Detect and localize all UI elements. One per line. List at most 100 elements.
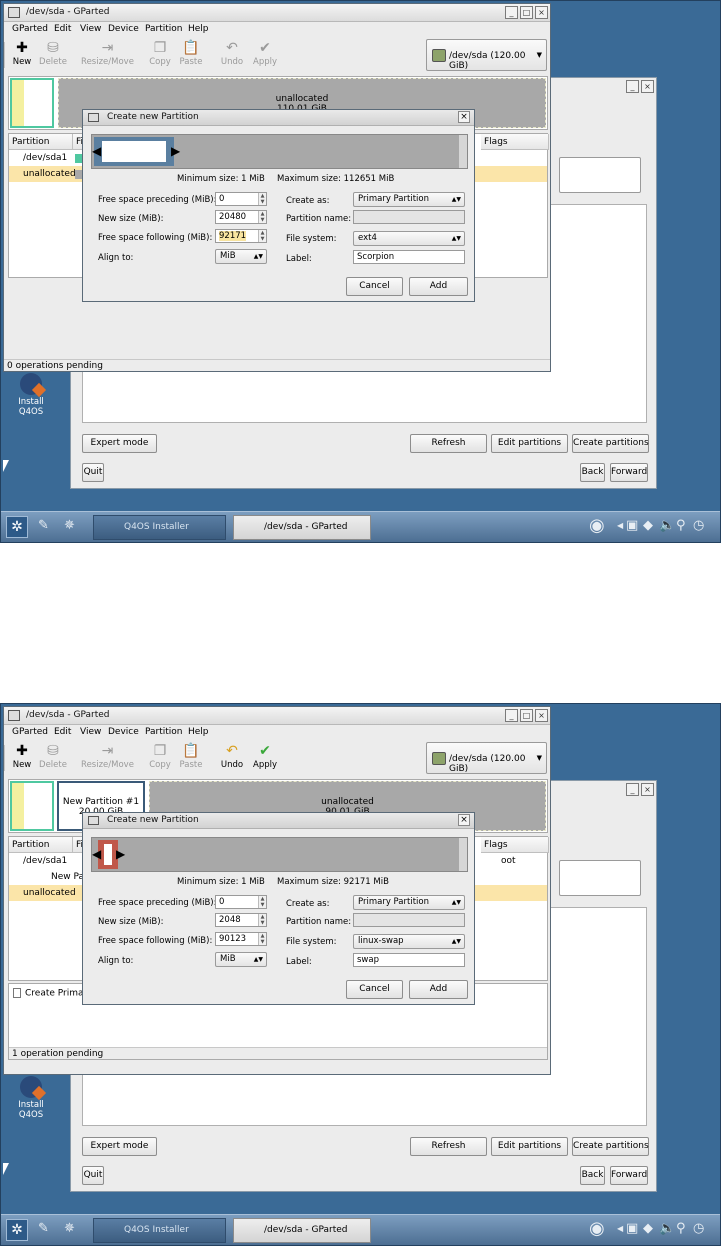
maximize-icon[interactable]: □ — [520, 709, 533, 722]
volume-icon[interactable]: 🔈 — [659, 1221, 675, 1236]
new-button[interactable]: ✚ New — [10, 742, 34, 770]
resize-move-button[interactable]: ⇥ Resize/Move — [80, 39, 135, 67]
label-input[interactable]: Scorpion — [353, 250, 465, 264]
expert-mode-button[interactable]: Expert mode — [82, 1137, 157, 1156]
network-icon[interactable]: ◆ — [643, 1221, 653, 1236]
dialog-titlebar[interactable]: Create new Partition × — [83, 110, 474, 126]
resize-move-button[interactable]: ⇥ Resize/Move — [80, 742, 135, 770]
create-as-select[interactable]: Primary Partition ▲▼ — [353, 192, 465, 207]
menu-gparted[interactable]: GParted — [12, 727, 48, 737]
paste-button[interactable]: 📋 Paste — [178, 39, 204, 67]
apply-button[interactable]: ✔ Apply — [252, 742, 278, 770]
device-selector[interactable]: /dev/sda (120.00 GiB) ▼ — [426, 39, 547, 71]
col-partition[interactable]: Partition — [9, 837, 73, 853]
close-icon[interactable]: × — [458, 111, 470, 123]
clipboard-icon[interactable]: ▣ — [626, 1221, 638, 1236]
undo-button[interactable]: ↶ Undo — [220, 39, 244, 67]
close-icon[interactable]: × — [641, 783, 654, 796]
edit-partitions-button[interactable]: Edit partitions — [491, 1137, 568, 1156]
preceding-input[interactable]: 0 ▲ ▼ — [215, 192, 267, 206]
new-partition-block[interactable] — [94, 137, 174, 166]
start-menu-icon[interactable]: ✲ — [6, 516, 28, 538]
gparted-titlebar[interactable]: /dev/sda - GParted _ □ × — [4, 4, 550, 22]
delete-button[interactable]: ⛁ Delete — [38, 39, 68, 67]
partition-name-input[interactable] — [353, 913, 465, 927]
sda1-segment[interactable] — [10, 78, 54, 128]
cd-icon[interactable]: ◉ — [589, 1218, 605, 1239]
filesystem-select[interactable]: linux-swap ▲▼ — [353, 934, 465, 949]
right-handle-icon[interactable]: ▶ — [116, 848, 125, 860]
col-flags[interactable]: Flags — [481, 837, 549, 853]
menu-device[interactable]: Device — [108, 727, 139, 737]
app-launcher-icon[interactable]: ✎ — [38, 518, 49, 533]
minimize-icon[interactable]: _ — [505, 709, 518, 722]
copy-button[interactable]: ❐ Copy — [148, 742, 172, 770]
col-flags[interactable]: Flags — [481, 134, 549, 150]
edit-partitions-button[interactable]: Edit partitions — [491, 434, 568, 453]
col-partition[interactable]: Partition — [9, 134, 73, 150]
chevron-left-icon[interactable]: ◀ — [617, 521, 623, 530]
quit-button[interactable]: Quit — [82, 1166, 104, 1185]
preceding-input[interactable]: 0 ▲ ▼ — [215, 895, 267, 909]
menu-device[interactable]: Device — [108, 24, 139, 34]
settings-icon[interactable]: ✵ — [64, 1221, 75, 1236]
minimize-icon[interactable]: _ — [505, 6, 518, 19]
quit-button[interactable]: Quit — [82, 463, 104, 482]
menu-help[interactable]: Help — [188, 24, 209, 34]
create-partitions-button[interactable]: Create partitions — [572, 1137, 649, 1156]
sda1-segment[interactable] — [10, 781, 54, 831]
minimize-icon[interactable]: _ — [626, 783, 639, 796]
forward-button[interactable]: Forward — [610, 1166, 648, 1185]
add-button[interactable]: Add — [409, 277, 468, 296]
taskbar-item-installer[interactable]: Q4OS Installer — [93, 515, 226, 540]
new-size-input[interactable]: 2048 ▲ ▼ — [215, 913, 267, 927]
menu-partition[interactable]: Partition — [145, 727, 183, 737]
network-icon[interactable]: ◆ — [643, 518, 653, 533]
cd-icon[interactable]: ◉ — [589, 515, 605, 536]
close-icon[interactable]: × — [458, 814, 470, 826]
filesystem-select[interactable]: ext4 ▲▼ — [353, 231, 465, 246]
clock-icon[interactable]: ◷ — [693, 518, 704, 533]
taskbar-item-installer[interactable]: Q4OS Installer — [93, 1218, 226, 1243]
apply-button[interactable]: ✔ Apply — [252, 39, 278, 67]
clipboard-icon[interactable]: ▣ — [626, 518, 638, 533]
following-input[interactable]: 92171 ▲ ▼ — [215, 229, 267, 243]
cancel-button[interactable]: Cancel — [346, 277, 403, 296]
usb-icon[interactable]: ⚲ — [676, 518, 686, 533]
expert-mode-button[interactable]: Expert mode — [82, 434, 157, 453]
label-input[interactable]: swap — [353, 953, 465, 967]
desktop-install-icon[interactable]: Install Q4OS — [9, 1076, 53, 1120]
app-launcher-icon[interactable]: ✎ — [38, 1221, 49, 1236]
maximize-icon[interactable]: □ — [520, 6, 533, 19]
create-as-select[interactable]: Primary Partition ▲▼ — [353, 895, 465, 910]
chevron-left-icon[interactable]: ◀ — [617, 1224, 623, 1233]
close-icon[interactable]: × — [641, 80, 654, 93]
menu-help[interactable]: Help — [188, 727, 209, 737]
taskbar-item-gparted[interactable]: /dev/sda - GParted — [233, 515, 371, 540]
menu-view[interactable]: View — [80, 24, 101, 34]
following-input[interactable]: 90123 ▲ ▼ — [215, 932, 267, 946]
align-select[interactable]: MiB ▲▼ — [215, 249, 267, 264]
refresh-button[interactable]: Refresh — [410, 434, 487, 453]
align-select[interactable]: MiB ▲▼ — [215, 952, 267, 967]
partition-resizer[interactable]: ◀ ▶ — [91, 837, 468, 872]
add-button[interactable]: Add — [409, 980, 468, 999]
menu-edit[interactable]: Edit — [54, 727, 71, 737]
menu-partition[interactable]: Partition — [145, 24, 183, 34]
menu-edit[interactable]: Edit — [54, 24, 71, 34]
minimize-icon[interactable]: _ — [626, 80, 639, 93]
start-menu-icon[interactable]: ✲ — [6, 1219, 28, 1241]
refresh-button[interactable]: Refresh — [410, 1137, 487, 1156]
settings-icon[interactable]: ✵ — [64, 518, 75, 533]
left-handle-icon[interactable]: ◀ — [92, 145, 101, 157]
gparted-titlebar[interactable]: /dev/sda - GParted _ □ × — [4, 707, 550, 725]
undo-button[interactable]: ↶ Undo — [220, 742, 244, 770]
partition-name-input[interactable] — [353, 210, 465, 224]
copy-button[interactable]: ❐ Copy — [148, 39, 172, 67]
desktop-install-icon[interactable]: Install Q4OS — [9, 373, 53, 417]
paste-button[interactable]: 📋 Paste — [178, 742, 204, 770]
new-button[interactable]: ✚ New — [10, 39, 34, 67]
dialog-titlebar[interactable]: Create new Partition × — [83, 813, 474, 829]
partition-resizer[interactable]: ◀ ▶ — [91, 134, 468, 169]
device-selector[interactable]: /dev/sda (120.00 GiB) ▼ — [426, 742, 547, 774]
